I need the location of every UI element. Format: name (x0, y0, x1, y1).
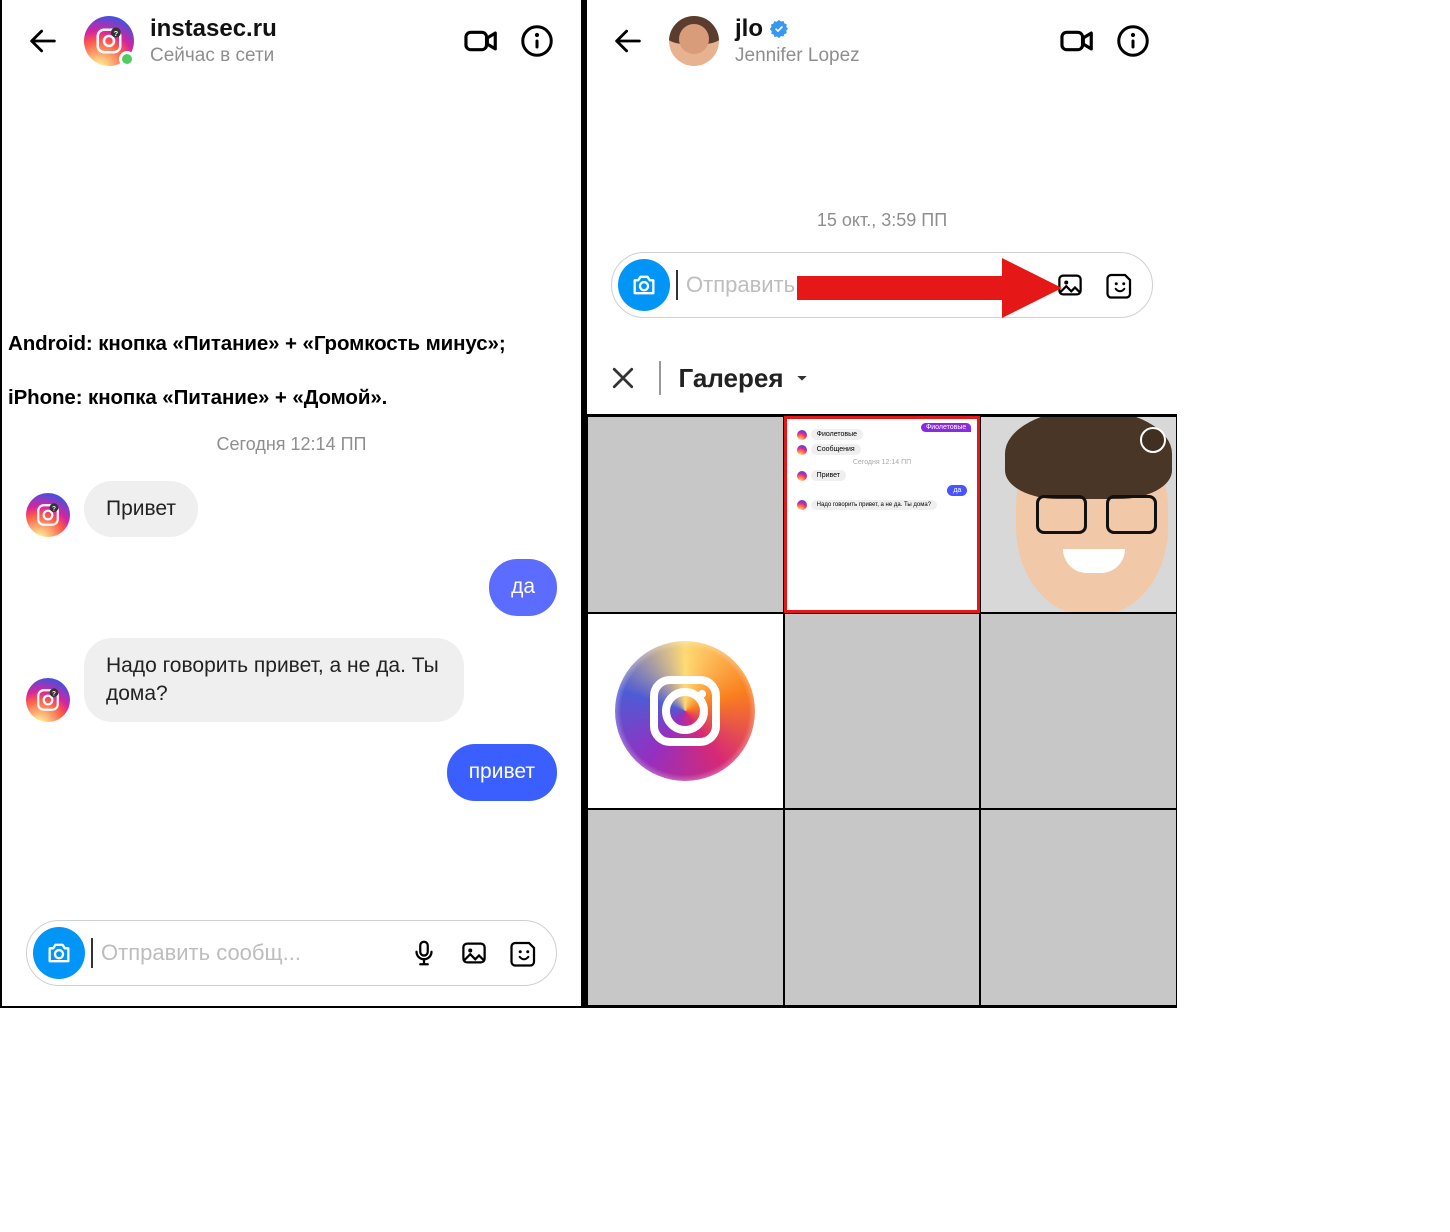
gallery-button[interactable] (1048, 263, 1092, 307)
sticker-button[interactable] (502, 931, 546, 975)
right-chat-screen: jlo Jennifer Lopez 15 окт., 3:59 ПП Отпр… (581, 0, 1177, 1008)
sticker-icon (1105, 270, 1135, 300)
camera-button[interactable] (618, 259, 670, 311)
chat-header: ? instasec.ru Сейчас в сети (2, 0, 581, 82)
chat-timestamp: Сегодня 12:14 ПП (26, 434, 557, 455)
outgoing-message[interactable]: да (489, 559, 557, 615)
info-icon (1115, 23, 1151, 59)
outgoing-message[interactable]: привет (447, 744, 557, 800)
divider (659, 361, 661, 395)
sticker-button[interactable] (1098, 263, 1142, 307)
message-input[interactable]: Отправить (676, 270, 992, 300)
info-button[interactable] (511, 15, 563, 67)
gallery-cell[interactable] (587, 613, 784, 810)
camera-icon (630, 271, 658, 299)
camera-icon (45, 939, 73, 967)
gallery-cell[interactable] (784, 613, 981, 810)
gallery-cell[interactable] (587, 416, 784, 613)
chat-avatar[interactable]: ? (84, 16, 134, 66)
incoming-message[interactable]: Надо говорить привет, а не да. Ты дома? (84, 638, 464, 723)
svg-text:?: ? (52, 506, 56, 513)
video-call-button[interactable] (1051, 15, 1103, 67)
microphone-icon (1005, 270, 1035, 300)
gallery-dropdown[interactable]: Галерея (679, 363, 810, 394)
gallery-cell-selected[interactable]: Фиолетовые Фиолетовые Сообщения Сегодня … (784, 416, 981, 613)
info-button[interactable] (1107, 15, 1159, 67)
incoming-message[interactable]: Привет (84, 481, 198, 537)
svg-text:?: ? (114, 29, 119, 38)
message-avatar[interactable]: ? (26, 678, 70, 722)
image-icon (1055, 270, 1085, 300)
back-arrow-icon (611, 24, 645, 58)
chat-username[interactable]: jlo (735, 15, 763, 43)
message-composer: Отправить (611, 252, 1153, 318)
video-icon (1058, 22, 1096, 60)
message-composer: Отправить сообщ... (26, 920, 557, 986)
selection-ring (1140, 427, 1166, 453)
chat-timestamp: 15 окт., 3:59 ПП (587, 210, 1177, 231)
instagram-logo-thumbnail (602, 628, 769, 795)
voice-button[interactable] (402, 931, 446, 975)
caption-line: Android: кнопка «Питание» + «Громкость м… (8, 328, 576, 360)
gallery-cell[interactable] (784, 809, 981, 1006)
back-arrow-icon (26, 24, 60, 58)
verified-badge-icon (769, 19, 789, 39)
gallery-cell[interactable] (980, 613, 1177, 810)
gallery-close-button[interactable] (605, 360, 641, 396)
chat-avatar[interactable] (669, 16, 719, 66)
chat-status: Сейчас в сети (150, 45, 455, 67)
microphone-icon (409, 938, 439, 968)
gallery-button[interactable] (452, 931, 496, 975)
sticker-icon (509, 938, 539, 968)
info-icon (519, 23, 555, 59)
image-icon (459, 938, 489, 968)
chat-username[interactable]: instasec.ru (150, 15, 455, 43)
message-input[interactable]: Отправить сообщ... (91, 938, 396, 968)
video-icon (462, 22, 500, 60)
close-icon (608, 363, 638, 393)
video-call-button[interactable] (455, 15, 507, 67)
chat-header: jlo Jennifer Lopez (587, 0, 1177, 82)
svg-text:?: ? (52, 691, 56, 698)
instagram-glyph-icon: ? (94, 26, 124, 56)
back-button[interactable] (607, 20, 649, 62)
gallery-cell[interactable] (980, 416, 1177, 613)
caption-line: iPhone: кнопка «Питание» + «Домой». (8, 382, 576, 414)
message-avatar[interactable]: ? (26, 493, 70, 537)
left-chat-screen: ? instasec.ru Сейчас в сети Сегодня 12:1… (0, 0, 581, 1008)
back-button[interactable] (22, 20, 64, 62)
gallery-cell[interactable] (587, 809, 784, 1006)
chat-subtitle: Jennifer Lopez (735, 45, 1051, 67)
gallery-title: Галерея (679, 363, 784, 394)
camera-button[interactable] (33, 927, 85, 979)
chevron-down-icon (794, 370, 810, 386)
online-status-dot (119, 51, 135, 67)
gallery-cell[interactable] (980, 809, 1177, 1006)
voice-button[interactable] (998, 263, 1042, 307)
screenshot-thumbnail: Фиолетовые Фиолетовые Сообщения Сегодня … (791, 423, 974, 606)
annotation-caption: Android: кнопка «Питание» + «Громкость м… (2, 328, 582, 436)
